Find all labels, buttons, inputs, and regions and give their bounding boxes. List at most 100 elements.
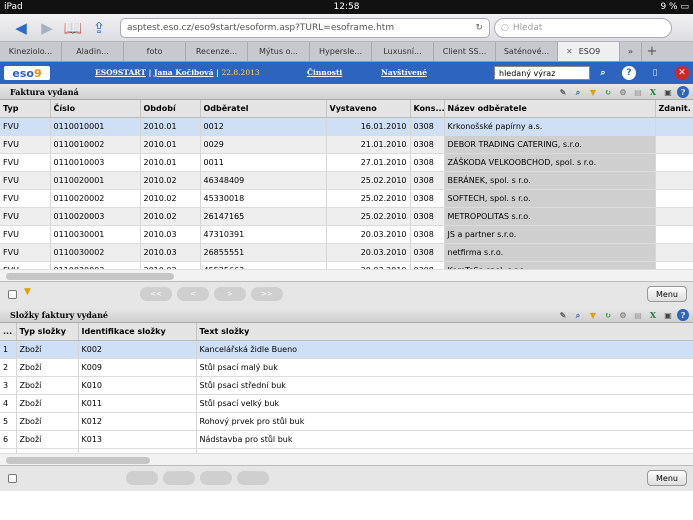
- table-row[interactable]: FVU 0110020001 2010.02 46348409 25.02.2010 03…: [0, 171, 693, 190]
- user-link[interactable]: Jana Kočibová: [154, 68, 214, 77]
- reload-icon[interactable]: ↻: [475, 23, 483, 33]
- document-icon[interactable]: ▤: [632, 86, 644, 98]
- filter-icon[interactable]: ▼: [587, 309, 599, 321]
- col-header[interactable]: ...: [0, 323, 17, 341]
- table-row[interactable]: FVU 0110030002 2010.03 26855551 20.03.2010 03…: [0, 243, 693, 262]
- close-app-icon[interactable]: ✕: [675, 66, 689, 80]
- tab-eso9[interactable]: ✕ ESO9: [558, 42, 620, 61]
- panel-help-icon[interactable]: ?: [677, 309, 689, 321]
- col-header[interactable]: Typ složky: [16, 323, 79, 341]
- col-header[interactable]: Kons...: [410, 100, 445, 118]
- first-page-button[interactable]: [126, 471, 158, 485]
- col-header[interactable]: Text složky: [196, 323, 693, 341]
- address-bar[interactable]: asptest.eso.cz/eso9start/esoform.asp?TUR…: [120, 17, 490, 38]
- settings-icon[interactable]: ⚙: [617, 86, 629, 98]
- more-tabs-button[interactable]: »: [620, 42, 642, 61]
- tab-recenze[interactable]: Recenze...: [186, 42, 248, 61]
- edit-icon[interactable]: ✎: [557, 86, 569, 98]
- tab-aladin[interactable]: Aladin...: [62, 42, 124, 61]
- col-header[interactable]: Zdanit.: [655, 100, 693, 118]
- table-row[interactable]: 6 Zboží K013 Nádstavba pro stůl buk: [0, 430, 693, 449]
- items-menu-button[interactable]: Menu: [647, 470, 687, 486]
- settings-icon[interactable]: ⚙: [617, 309, 629, 321]
- table-row[interactable]: 1 Zboží K002 Kancelářská židle Bueno: [0, 340, 693, 359]
- table-row[interactable]: FVU 0110020002 2010.02 45330018 25.02.2010 03…: [0, 189, 693, 208]
- filter-small-icon[interactable]: ▼: [24, 287, 31, 297]
- col-header[interactable]: Odběratel: [200, 100, 327, 118]
- col-header[interactable]: Období: [140, 100, 201, 118]
- document-icon[interactable]: ▤: [632, 309, 644, 321]
- eso9start-link[interactable]: ESO9START: [95, 68, 146, 77]
- table-cell: METROPOLITAS s.r.o.: [444, 207, 656, 226]
- activities-link[interactable]: Činnosti: [307, 68, 342, 77]
- first-page-button[interactable]: <<: [140, 287, 172, 301]
- invoice-menu-button[interactable]: Menu: [647, 286, 687, 302]
- tab-luxusni[interactable]: Luxusní...: [372, 42, 434, 61]
- prev-page-button[interactable]: <: [177, 287, 209, 301]
- trash-icon[interactable]: ▯: [648, 66, 662, 80]
- table-row[interactable]: 5 Zboží K012 Rohový prvek pro stůl buk: [0, 412, 693, 431]
- table-row[interactable]: FVU 0110010003 2010.01 0011 27.01.2010 0308 ZÁ…: [0, 153, 693, 172]
- table-cell: 27.01.2010: [326, 153, 411, 172]
- panel-help-icon[interactable]: ?: [677, 86, 689, 98]
- table-cell: 45330018: [200, 189, 327, 208]
- table-cell: Zboží: [16, 412, 79, 431]
- select-checkbox[interactable]: [8, 474, 17, 483]
- print-icon[interactable]: ▣: [662, 309, 674, 321]
- last-page-button[interactable]: >>: [251, 287, 283, 301]
- search-go-icon[interactable]: ⌕: [596, 66, 610, 80]
- table-cell: [655, 117, 693, 136]
- select-checkbox[interactable]: [8, 290, 17, 299]
- table-row[interactable]: 3 Zboží K010 Stůl psací střední buk: [0, 376, 693, 395]
- table-row[interactable]: FVU 0110030001 2010.03 47310391 20.03.2010 03…: [0, 225, 693, 244]
- col-header[interactable]: Vystaveno: [326, 100, 411, 118]
- help-icon[interactable]: ?: [622, 66, 636, 80]
- bookmarks-button[interactable]: 📖: [60, 18, 86, 38]
- visited-link[interactable]: Navštívené: [381, 68, 427, 77]
- excel-icon[interactable]: X: [647, 86, 659, 98]
- last-page-button[interactable]: [237, 471, 269, 485]
- filter-icon[interactable]: ▼: [587, 86, 599, 98]
- find-icon[interactable]: ⌕: [572, 86, 584, 98]
- table-cell: 26147165: [200, 207, 327, 226]
- tab-mytus[interactable]: Mýtus o...: [248, 42, 310, 61]
- table-row[interactable]: 2 Zboží K009 Stůl psací malý buk: [0, 358, 693, 377]
- new-tab-button[interactable]: +: [642, 42, 662, 61]
- print-icon[interactable]: ▣: [662, 86, 674, 98]
- prev-page-button[interactable]: [163, 471, 195, 485]
- next-page-button[interactable]: [200, 471, 232, 485]
- col-header[interactable]: Název odběratele: [444, 100, 656, 118]
- tab-satenove[interactable]: Saténové...: [496, 42, 558, 61]
- forward-button[interactable]: ▶: [34, 18, 60, 38]
- table-row[interactable]: FVU 0110010001 2010.01 0012 16.01.2010 0308 Kr…: [0, 117, 693, 136]
- share-button[interactable]: ⇪: [86, 18, 112, 38]
- tab-client-ss[interactable]: Client SS...: [434, 42, 496, 61]
- scroll-thumb[interactable]: [6, 273, 174, 280]
- col-header[interactable]: Typ: [0, 100, 51, 118]
- refresh-icon[interactable]: ↻: [602, 86, 614, 98]
- tab-kineziolo[interactable]: Kineziolo...: [0, 42, 62, 61]
- table-cell: 0012: [200, 117, 327, 136]
- excel-icon[interactable]: X: [647, 309, 659, 321]
- col-header[interactable]: Číslo: [50, 100, 141, 118]
- tab-foto[interactable]: foto: [124, 42, 186, 61]
- next-page-button[interactable]: >: [214, 287, 246, 301]
- back-button[interactable]: ◀: [8, 18, 34, 38]
- invoice-horizontal-scrollbar[interactable]: [0, 269, 693, 281]
- col-header[interactable]: Identifikace složky: [78, 323, 197, 341]
- refresh-icon[interactable]: ↻: [602, 309, 614, 321]
- invoice-footer: ▼ << < > >> Menu: [0, 281, 693, 307]
- browser-search-field[interactable]: ○ Hledat: [494, 17, 672, 38]
- scroll-thumb[interactable]: [6, 457, 150, 464]
- items-horizontal-scrollbar[interactable]: [0, 453, 693, 465]
- table-cell: 25.02.2010: [326, 207, 411, 226]
- close-tab-icon[interactable]: ✕: [566, 47, 573, 56]
- battery-icon: ▭: [680, 2, 689, 12]
- table-row[interactable]: FVU 0110020003 2010.02 26147165 25.02.2010 03…: [0, 207, 693, 226]
- find-icon[interactable]: ⌕: [572, 309, 584, 321]
- table-row[interactable]: 4 Zboží K011 Stůl psací velký buk: [0, 394, 693, 413]
- table-row[interactable]: FVU 0110010002 2010.01 0029 21.01.2010 0308 DE…: [0, 135, 693, 154]
- edit-icon[interactable]: ✎: [557, 309, 569, 321]
- tab-hypersle[interactable]: Hypersle...: [310, 42, 372, 61]
- app-search-input[interactable]: hledaný výraz: [494, 66, 590, 80]
